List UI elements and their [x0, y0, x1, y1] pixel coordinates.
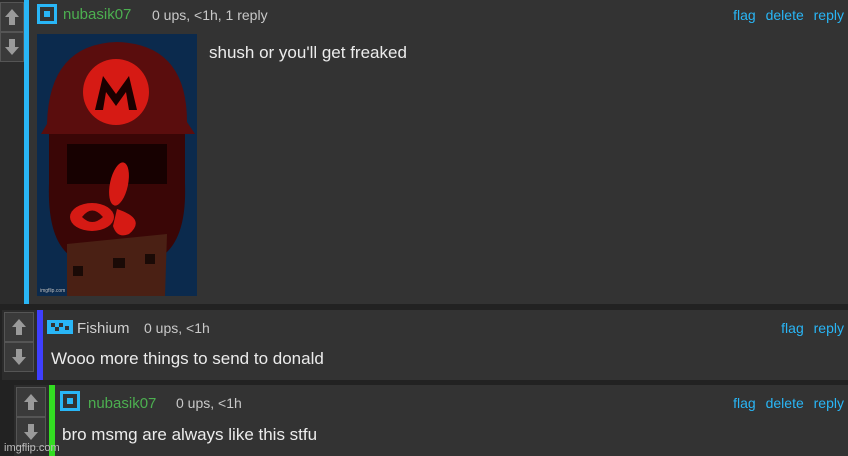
username-link[interactable]: nubasik07 [88, 395, 156, 412]
flag-link[interactable]: flag [781, 320, 804, 336]
comment-body: nubasik07 0 ups, <1h flag delete reply b… [55, 385, 848, 456]
comment-2: Fishium 0 ups, <1h flag reply Wooo more … [2, 310, 848, 380]
user-avatar-icon[interactable] [47, 318, 73, 336]
user-avatar-icon[interactable] [60, 391, 80, 411]
username-link[interactable]: nubasik07 [63, 6, 131, 23]
vote-column [16, 387, 46, 447]
comment-actions: flag delete reply [727, 7, 844, 23]
flag-link[interactable]: flag [733, 395, 756, 411]
comment-body: Fishium 0 ups, <1h flag reply Wooo more … [43, 310, 848, 380]
image-watermark: imgflip.com [40, 288, 66, 294]
downvote-button[interactable] [4, 342, 34, 372]
vote-column [4, 312, 34, 372]
upvote-button[interactable] [0, 2, 24, 32]
upvote-button[interactable] [4, 312, 34, 342]
username-link[interactable]: Fishium [77, 320, 130, 337]
arrow-down-icon [24, 424, 38, 440]
comment-meta: 0 ups, <1h [176, 395, 242, 411]
comment-text: Wooo more things to send to donald [51, 349, 324, 368]
mario-meme-image [37, 34, 197, 296]
user-avatar-icon[interactable] [37, 4, 57, 24]
comment-text: shush or you'll get freaked [209, 43, 407, 62]
comment-meta: 0 ups, <1h, 1 reply [152, 7, 268, 23]
imgflip-watermark: imgflip.com [4, 442, 60, 454]
delete-link[interactable]: delete [766, 7, 804, 23]
arrow-up-icon [24, 394, 38, 410]
comment-image[interactable]: imgflip.com [37, 34, 197, 296]
reply-link[interactable]: reply [814, 7, 844, 23]
arrow-up-icon [5, 9, 19, 25]
upvote-button[interactable] [16, 387, 46, 417]
comment-actions: flag reply [775, 320, 844, 336]
delete-link[interactable]: delete [766, 395, 804, 411]
comment-1: nubasik07 0 ups, <1h, 1 reply flag delet… [0, 0, 848, 304]
comment-body: nubasik07 0 ups, <1h, 1 reply flag delet… [29, 0, 848, 304]
downvote-button[interactable] [0, 32, 24, 62]
reply-link[interactable]: reply [814, 395, 844, 411]
flag-link[interactable]: flag [733, 7, 756, 23]
comment-actions: flag delete reply [727, 395, 844, 411]
comment-thread: { "comments": [ { "username": "nubasik07… [0, 0, 848, 456]
comment-meta: 0 ups, <1h [144, 320, 210, 336]
reply-link[interactable]: reply [814, 320, 844, 336]
arrow-up-icon [12, 319, 26, 335]
comment-3: nubasik07 0 ups, <1h flag delete reply b… [14, 385, 848, 456]
vote-column [0, 2, 24, 62]
arrow-down-icon [5, 39, 19, 55]
comment-text: bro msmg are always like this stfu [62, 425, 318, 444]
arrow-down-icon [12, 349, 26, 365]
